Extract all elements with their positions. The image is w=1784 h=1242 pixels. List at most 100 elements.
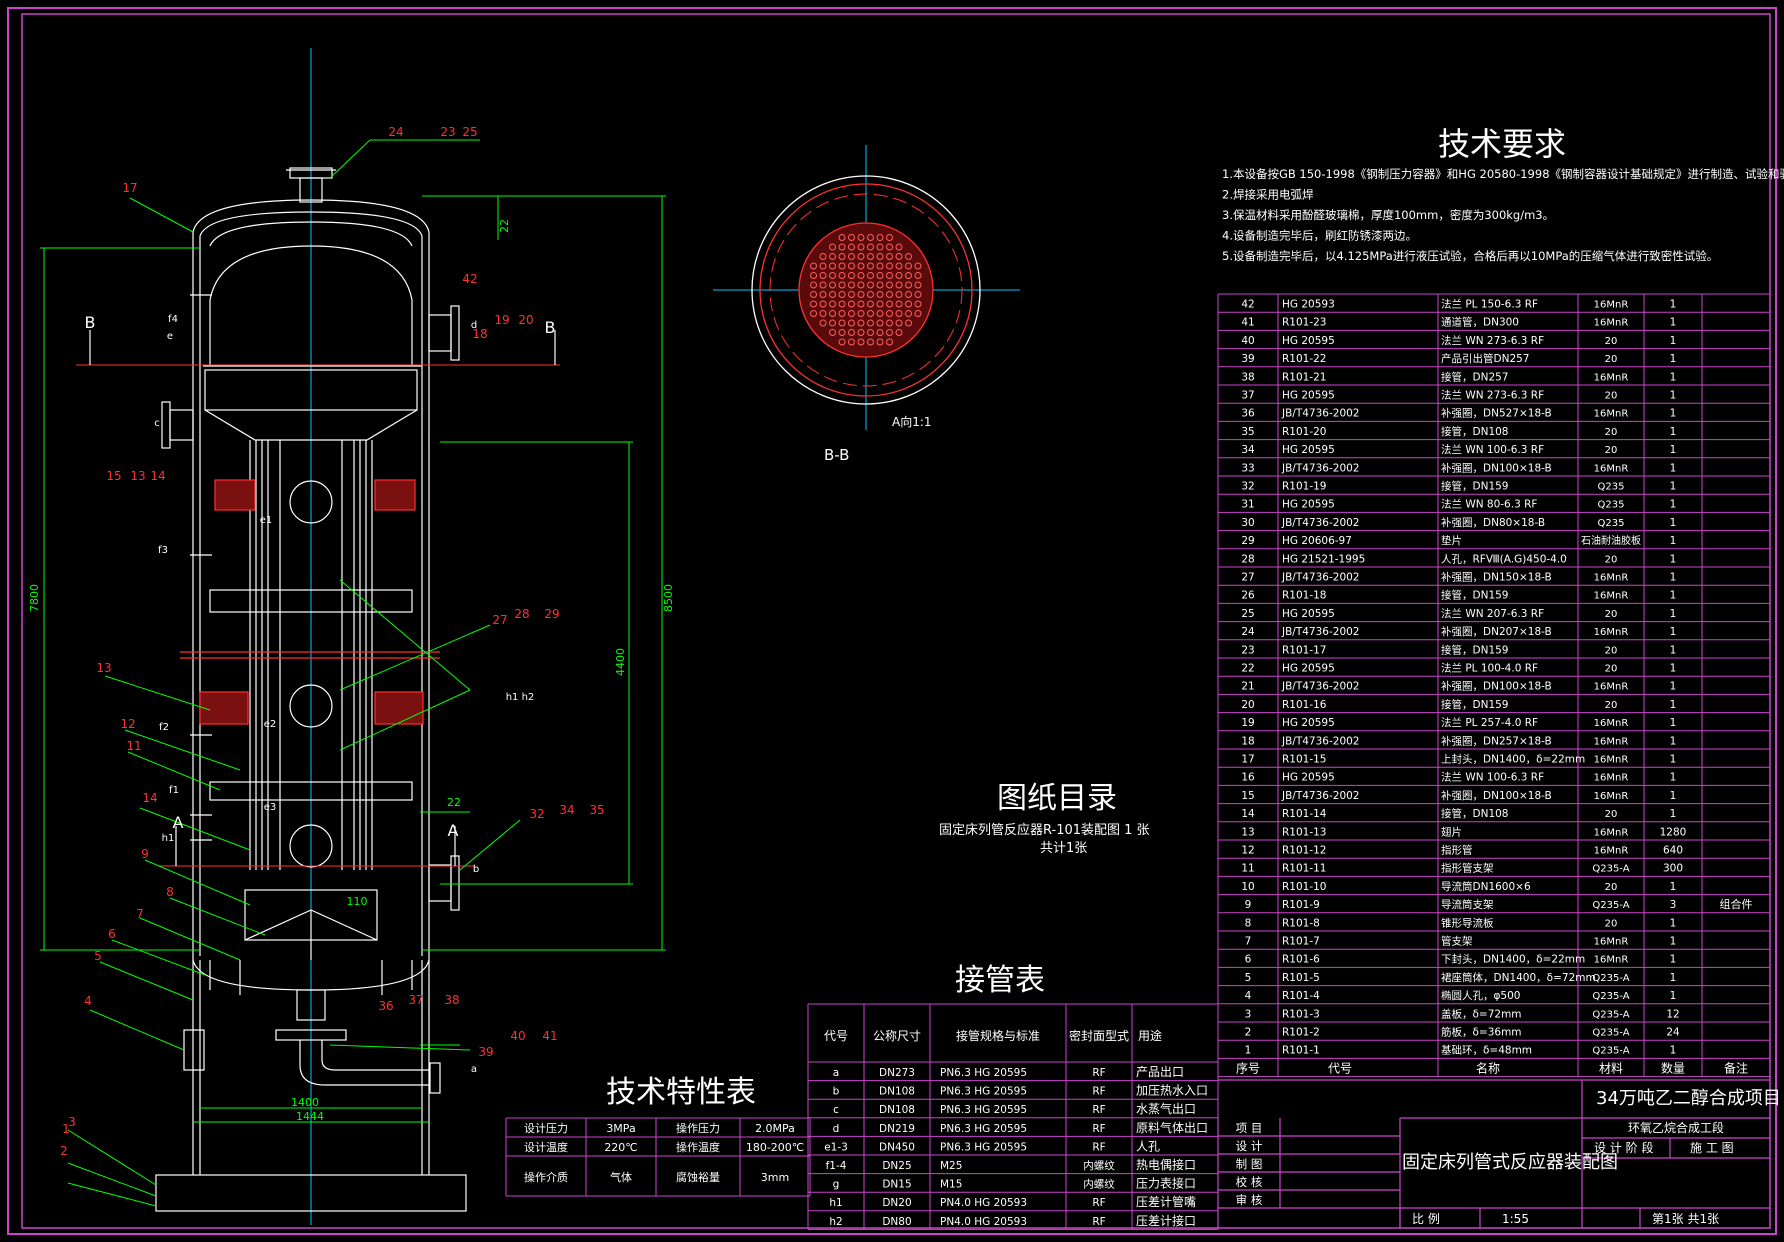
part-callout: 15	[106, 469, 121, 483]
parts-row-name: 法兰 PL 257-4.0 RF	[1441, 716, 1538, 729]
parts-row-name: 产品引出管DN257	[1441, 352, 1529, 365]
part-callout: 14	[142, 791, 157, 805]
parts-row-material: 16MnR	[1594, 682, 1629, 693]
parts-row-code: R101-14	[1282, 808, 1327, 820]
nozzle-header-cell: 代号	[824, 1029, 848, 1043]
parts-row-no: 30	[1241, 517, 1254, 529]
nozzle-row-code: g	[833, 1179, 840, 1191]
part-callout: 13	[130, 469, 145, 483]
parts-row-qty: 1	[1670, 408, 1677, 420]
nozzle-label: e1	[260, 515, 273, 526]
tech-feature-cell: 气体	[610, 1170, 632, 1184]
parts-header-cell: 备注	[1724, 1060, 1748, 1075]
dim-label: 8500	[662, 584, 675, 612]
parts-row-code: HG 20595	[1282, 608, 1335, 620]
parts-row-code: R101-2	[1282, 1027, 1320, 1039]
parts-row-material: 16MnR	[1594, 773, 1629, 784]
parts-row-qty: 300	[1663, 863, 1683, 875]
nozzle-header-cell: 接管规格与标准	[956, 1028, 1040, 1043]
parts-row-qty: 1	[1670, 735, 1677, 747]
part-callout: 27	[492, 613, 507, 627]
parts-row-name: 法兰 WN 100-6.3 RF	[1441, 443, 1544, 456]
parts-row-code: HG 20593	[1282, 299, 1335, 311]
parts-row-no: 19	[1241, 717, 1254, 729]
parts-row-no: 18	[1241, 735, 1254, 747]
parts-row-material: 16MnR	[1594, 318, 1629, 329]
part-callout: 25	[462, 125, 477, 139]
nozzle-label: f1	[169, 785, 179, 796]
parts-row-material: 16MnR	[1594, 300, 1629, 311]
parts-row-no: 15	[1241, 790, 1254, 802]
section-mark: A	[173, 813, 184, 832]
parts-row-code: JB/T4736-2002	[1281, 790, 1359, 802]
parts-row-qty: 1	[1670, 517, 1677, 529]
parts-row-material: 16MnR	[1594, 755, 1629, 766]
parts-row-code: R101-22	[1282, 353, 1327, 365]
dim-label: 22	[498, 219, 511, 233]
parts-row-material: Q235	[1598, 518, 1625, 529]
nozzle-row-use: 加压热水入口	[1136, 1084, 1208, 1098]
nozzle-row-seal: RF	[1092, 1067, 1105, 1079]
parts-row-name: 导流筒DN1600×6	[1441, 880, 1531, 893]
parts-row-qty: 12	[1666, 1008, 1679, 1020]
part-callout: 41	[542, 1029, 557, 1043]
parts-row-name: 上封头，DN1400，δ=22mm	[1441, 753, 1585, 766]
parts-row-name: 法兰 PL 100-4.0 RF	[1441, 662, 1538, 675]
section-bb-note: A向1:1	[892, 414, 932, 429]
parts-row-name: 补强圈，DN257×18-B	[1441, 734, 1552, 747]
title-scale-value: 1:55	[1502, 1212, 1529, 1226]
parts-row-no: 23	[1241, 644, 1254, 656]
parts-row-name: 法兰 WN 80-6.3 RF	[1441, 498, 1537, 511]
parts-row-code: R101-1	[1282, 1045, 1320, 1057]
parts-row-material: Q235-A	[1592, 864, 1629, 875]
part-callout: 29	[544, 607, 559, 621]
parts-row-code: R101-19	[1282, 481, 1327, 493]
tech-feature-cell: 腐蚀裕量	[676, 1170, 720, 1184]
part-callout: 8	[166, 885, 174, 899]
nozzle-label: a	[471, 1064, 477, 1075]
parts-row-name: 导流筒支架	[1441, 898, 1494, 911]
parts-row-code: R101-5	[1282, 972, 1320, 984]
parts-row-qty: 24	[1666, 1027, 1680, 1039]
tech-feature-cell: 180-200℃	[746, 1141, 804, 1154]
nozzle-header-cell: 公称尺寸	[873, 1029, 921, 1043]
part-callout: 23	[440, 125, 455, 139]
parts-row-code: R101-10	[1282, 881, 1327, 893]
parts-row-no: 17	[1241, 754, 1254, 766]
part-callout: 20	[518, 313, 533, 327]
parts-row-qty: 1	[1670, 353, 1677, 365]
parts-row-code: R101-9	[1282, 899, 1320, 911]
parts-row-code: R101-8	[1282, 917, 1320, 929]
parts-row-no: 16	[1241, 772, 1255, 784]
parts-header-cell: 代号	[1328, 1061, 1352, 1075]
dim-label: 4400	[614, 648, 627, 676]
nozzle-label: h1 h2	[506, 692, 535, 703]
parts-row-material: Q235-A	[1592, 1009, 1629, 1020]
parts-list-table: 42 HG 20593 法兰 PL 150-6.3 RF 16MnR 141 R101-2…	[1217, 293, 1771, 1078]
nozzle-label: f4	[168, 314, 178, 325]
nozzle-row-size: DN450	[879, 1141, 915, 1153]
nozzle-row-code: b	[833, 1086, 840, 1098]
nozzle-row-size: DN273	[879, 1067, 915, 1079]
parts-row-code: R101-17	[1282, 644, 1327, 656]
parts-row-qty: 1	[1670, 390, 1677, 402]
section-bb	[713, 145, 1020, 430]
parts-row-qty: 1	[1670, 808, 1677, 820]
parts-row-material: 20	[1605, 918, 1618, 929]
parts-row-name: 裙座筒体，DN1400，δ=72mm	[1441, 971, 1596, 984]
parts-row-material: 16MnR	[1594, 955, 1629, 966]
parts-row-material: 16MnR	[1594, 591, 1629, 602]
parts-row-code: HG 20595	[1282, 663, 1335, 675]
section-mark: B	[85, 313, 96, 332]
parts-header-cell: 名称	[1476, 1060, 1500, 1075]
parts-row-no: 11	[1241, 863, 1254, 875]
leader-lines	[67, 139, 521, 1207]
parts-row-qty: 1	[1670, 644, 1677, 656]
parts-row-material: Q235	[1598, 500, 1625, 511]
nozzle-row-seal: RF	[1092, 1123, 1105, 1135]
parts-row-code: HG 20606-97	[1282, 535, 1352, 547]
parts-row-qty: 1	[1670, 881, 1677, 893]
nozzle-row-seal: RF	[1092, 1141, 1105, 1153]
title-section: 环氧乙烷合成工段	[1628, 1120, 1724, 1135]
nozzle-row-seal: 内螺纹	[1083, 1159, 1115, 1172]
